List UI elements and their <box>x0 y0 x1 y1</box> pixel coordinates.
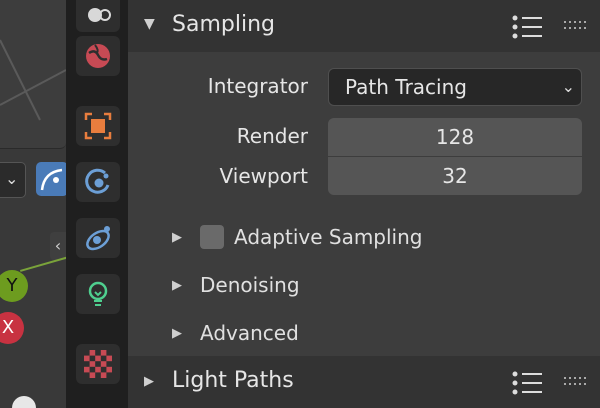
expand-triangle-right-icon: ▶ <box>172 229 182 245</box>
navigation-gizmo-x-axis[interactable]: X <box>0 312 24 344</box>
advanced-subpanel[interactable]: ▶ Advanced <box>172 315 299 351</box>
viewport-samples-label: Viewport <box>219 164 308 188</box>
viewport-grid-lines <box>0 39 66 121</box>
expand-triangle-right-icon: ▶ <box>172 277 182 293</box>
viewport-3d[interactable]: ⌄ ‹ Y X <box>0 0 66 408</box>
curve-tool-icon <box>40 168 63 191</box>
denoising-label: Denoising <box>200 273 300 297</box>
sampling-panel-header[interactable]: ▼ Sampling <box>128 0 600 52</box>
advanced-label: Advanced <box>200 321 299 345</box>
adaptive-sampling-checkbox[interactable] <box>200 225 224 249</box>
integrator-label: Integrator <box>207 74 308 98</box>
tool-icon <box>88 8 111 22</box>
texture-tab[interactable] <box>76 344 120 384</box>
checker-texture-icon <box>84 350 112 378</box>
viewport-gizmo-circle[interactable] <box>12 396 36 408</box>
curve-tool-button[interactable] <box>36 162 66 196</box>
collapse-sidebar-button[interactable]: ‹ <box>50 232 66 260</box>
object-tab[interactable] <box>76 106 120 146</box>
presets-list-icon[interactable] <box>512 370 544 396</box>
axis-line <box>20 256 66 272</box>
properties-tab-column <box>66 0 128 408</box>
world-tab[interactable] <box>76 36 120 76</box>
sampling-panel-title: Sampling <box>172 12 275 37</box>
drag-grip-icon[interactable] <box>564 21 586 31</box>
world-icon <box>86 44 110 68</box>
viewport-top-area[interactable] <box>0 0 66 149</box>
drag-grip-icon[interactable] <box>564 377 586 387</box>
expand-triangle-down-icon: ▼ <box>144 16 155 32</box>
chevron-down-icon: ⌄ <box>5 169 19 188</box>
tool-tab[interactable] <box>76 0 120 32</box>
object-icon <box>84 112 112 140</box>
render-properties-panel: ▼ Sampling Integrator Path Tracing ⌄ Ren… <box>128 0 600 408</box>
integrator-dropdown[interactable]: Path Tracing ⌄ <box>328 68 582 106</box>
render-samples-field[interactable]: 128 <box>328 118 582 156</box>
adaptive-sampling-subpanel[interactable]: ▶ Adaptive Sampling <box>172 219 423 255</box>
physics-icon <box>86 226 110 251</box>
viewport-samples-field[interactable]: 32 <box>328 157 582 195</box>
viewport-mode-dropdown[interactable]: ⌄ <box>0 162 26 198</box>
chevron-down-icon: ⌄ <box>561 77 575 96</box>
modifier-tab[interactable] <box>76 162 120 202</box>
presets-list-icon[interactable] <box>512 14 544 40</box>
denoising-subpanel[interactable]: ▶ Denoising <box>172 267 300 303</box>
modifier-icon <box>85 168 110 194</box>
expand-triangle-right-icon: ▶ <box>172 325 182 341</box>
adaptive-sampling-label: Adaptive Sampling <box>234 225 423 249</box>
light-paths-panel-title: Light Paths <box>172 368 294 393</box>
render-samples-label: Render <box>236 124 308 148</box>
light-paths-panel-header[interactable]: ▶ Light Paths <box>128 356 600 408</box>
expand-triangle-right-icon: ▶ <box>144 374 154 389</box>
physics-tab[interactable] <box>76 218 120 258</box>
lightbulb-icon <box>88 281 108 306</box>
light-data-tab[interactable] <box>76 274 120 314</box>
navigation-gizmo-y-axis[interactable]: Y <box>0 270 28 302</box>
integrator-value: Path Tracing <box>345 75 467 99</box>
